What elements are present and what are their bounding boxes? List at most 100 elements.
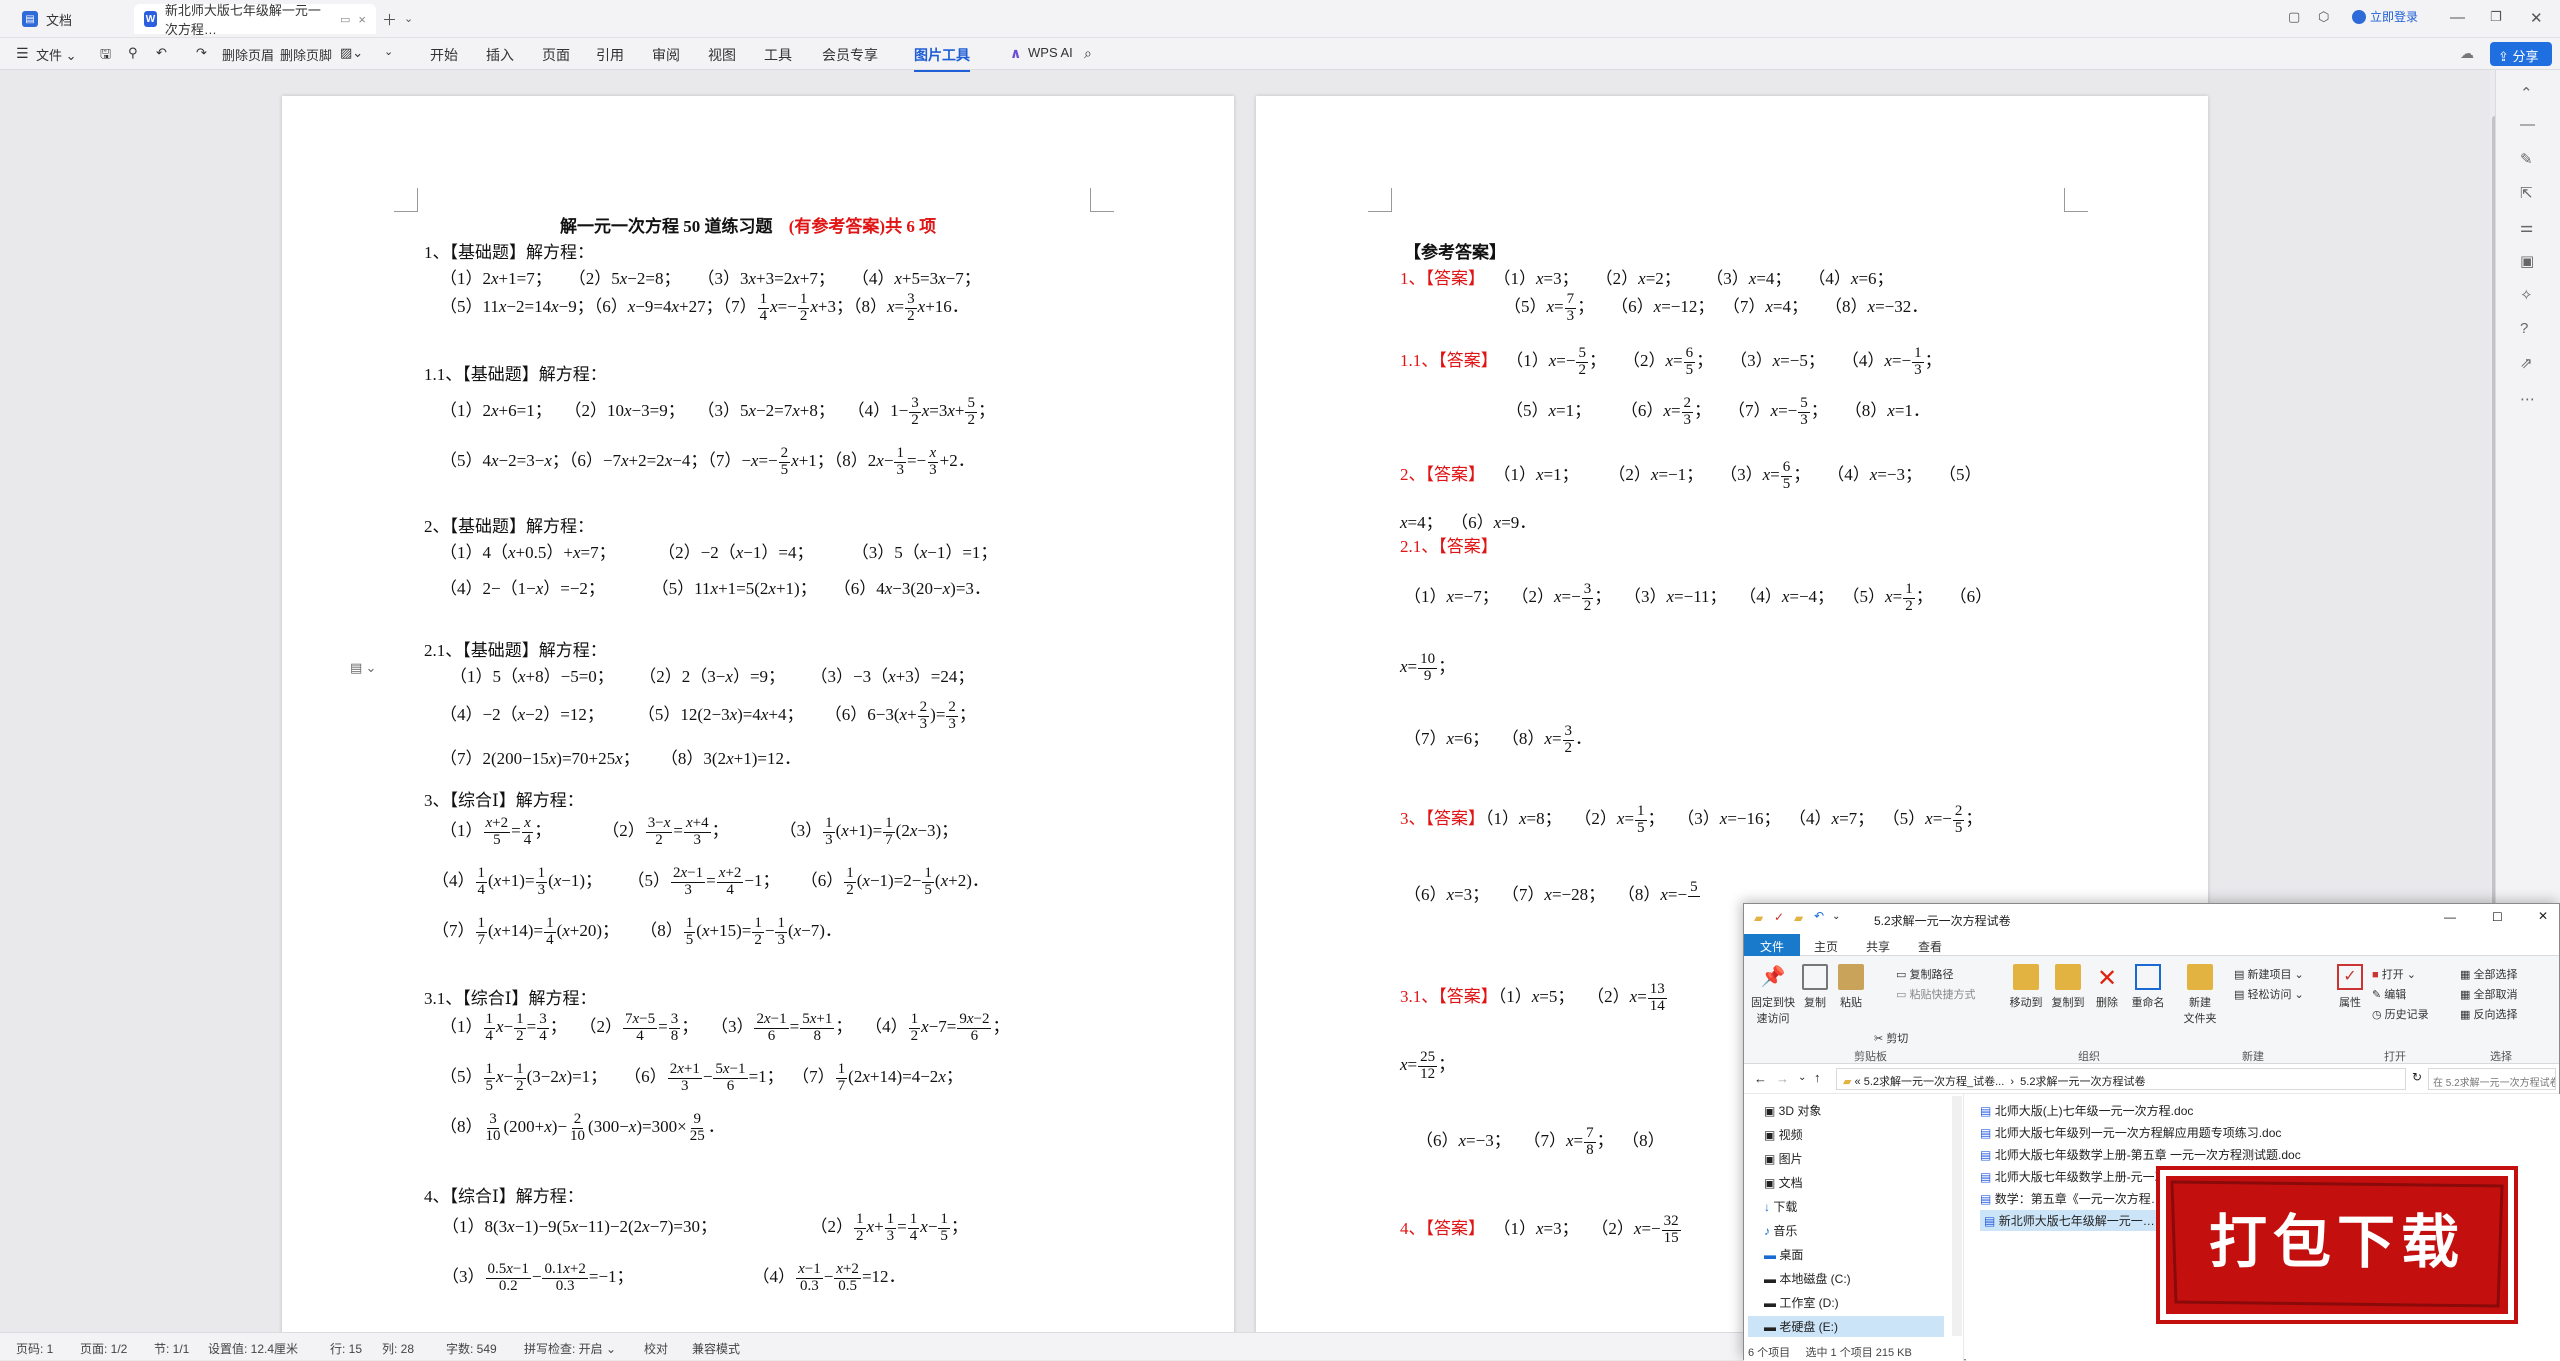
menu-picture-tools[interactable]: 图片工具 [914,45,970,72]
nav-downloads[interactable]: ↓ 下载 [1764,1198,1797,1215]
explorer-minimize-icon[interactable]: — [2444,910,2456,924]
magic-icon[interactable]: ✧ [2520,286,2533,304]
menu-start[interactable]: 开始 [430,45,458,65]
hamburger-icon[interactable]: ☰ [16,45,29,62]
share-button[interactable]: ⇪ 分享 [2490,42,2552,66]
explorer-close-icon[interactable]: ✕ [2538,909,2548,923]
wps-ai-button[interactable]: WPS AI [1028,45,1073,60]
history-button[interactable]: ◷ 历史记录 [2372,1006,2429,1022]
status-compat[interactable]: 兼容模式 [692,1340,740,1357]
explorer-tab-share[interactable]: 共享 [1866,938,1890,955]
login-button[interactable]: 立即登录 [2352,8,2418,25]
screen-icon[interactable]: ▭ [340,13,350,26]
menu-member[interactable]: 会员专享 [822,45,878,65]
paste-shortcut-button[interactable]: ▭ 粘贴快捷方式 [1896,986,1975,1002]
file-item[interactable]: ▤ 北师大版七年级数学上册-第五章 一元一次方程测试题.doc [1980,1146,2301,1163]
format-painter-icon[interactable]: ⚲ [128,45,138,61]
cut-button[interactable]: ✂ 剪切 [1874,1030,1908,1046]
nav-music[interactable]: ♪ 音乐 [1764,1222,1797,1239]
menu-tools[interactable]: 工具 [764,45,792,65]
undo-icon[interactable]: ↶ [156,45,167,61]
recent-chevron-icon[interactable]: ⌄ [1798,1072,1806,1083]
menu-page[interactable]: 页面 [542,45,570,65]
rename-button[interactable]: 重命名 [2128,964,2168,1010]
cloud-icon[interactable]: ☁ [2460,45,2474,62]
properties-icon[interactable]: ✓ [1774,910,1784,924]
file-item[interactable]: ▤ 北师大版七年级列一元一次方程解应用题专项练习.doc [1980,1124,2281,1141]
share-tool-icon[interactable]: ⇗ [2520,354,2533,372]
nav-scrollbar[interactable] [1952,1096,1962,1336]
status-section[interactable]: 节: 1/1 [154,1340,189,1357]
refresh-icon[interactable]: ↻ [2412,1070,2422,1084]
easy-access-button[interactable]: ▤ 轻松访问 ⌄ [2234,986,2304,1002]
nav-drive-c[interactable]: ▬ 本地磁盘 (C:) [1764,1270,1851,1287]
up-arrow-icon[interactable]: ↑ [1814,1070,1821,1085]
restore-layout-icon[interactable]: ▢ [2288,9,2300,25]
explorer-maximize-icon[interactable]: ☐ [2492,910,2503,924]
delete-button[interactable]: ✕ 删除 [2092,964,2122,1010]
minimize-icon[interactable]: — [2450,9,2465,26]
explorer-search-input[interactable]: 在 5.2求解一元一次方程试卷 中搜索 [2428,1068,2556,1090]
status-words[interactable]: 字数: 549 [446,1340,497,1357]
file-item[interactable]: ▤ 北师大版(上)七年级一元一次方程.doc [1980,1102,2193,1119]
edit-button[interactable]: ✎ 编辑 [2372,986,2406,1002]
help-icon[interactable]: ? [2520,320,2528,337]
copy-path-button[interactable]: ▭ 复制路径 [1896,966,1953,982]
status-col[interactable]: 列: 28 [382,1340,414,1357]
tab-documents[interactable]: ▤ 文档 [12,4,82,34]
status-proof[interactable]: 校对 [644,1340,668,1357]
nav-documents[interactable]: ▣ 文档 [1764,1174,1803,1191]
close-window-icon[interactable]: ✕ [2530,9,2543,27]
nav-drive-d[interactable]: ▬ 工作室 (D:) [1764,1294,1839,1311]
close-tab-icon[interactable]: × [358,12,366,27]
explorer-tab-view[interactable]: 查看 [1918,938,1942,955]
delete-footer-button[interactable]: 删除页脚 [280,45,332,64]
file-menu[interactable]: 文件 ⌄ [36,45,77,64]
collapse-icon[interactable]: ⌃ [2520,84,2533,102]
menu-insert[interactable]: 插入 [486,45,514,65]
nav-videos[interactable]: ▣ 视频 [1764,1126,1803,1143]
address-segment-2[interactable]: 5.2求解一元一次方程试卷 [2020,1076,2145,1088]
file-item[interactable]: ▤ 数学：第五章《一元一次方程… [1980,1190,2163,1207]
new-tab-icon[interactable]: ＋ [382,9,397,30]
adjust-icon[interactable]: ⚌ [2520,218,2533,236]
nav-desktop[interactable]: ▬ 桌面 [1764,1246,1803,1263]
status-spell[interactable]: 拼写检查: 开启 ⌄ [524,1340,616,1357]
paragraph-marker-icon[interactable]: ▤ ⌄ [350,660,376,676]
quick-access-chevron-icon[interactable]: ⌄ [1832,911,1840,922]
undo-quick-icon[interactable]: ↶ [1814,909,1824,923]
new-item-button[interactable]: ▤ 新建项目 ⌄ [2234,966,2304,982]
tab-current-document[interactable]: W 新北师大版七年级解一元一次方程… ▭ × [134,3,376,37]
maximize-icon[interactable]: ❐ [2490,9,2502,25]
minus-icon[interactable]: — [2520,116,2535,133]
explorer-tab-file[interactable]: 文件 [1744,934,1800,956]
status-pages[interactable]: 页面: 1/2 [80,1340,127,1357]
status-setting[interactable]: 设置值: 12.4厘米 [208,1340,298,1357]
nav-drive-e[interactable]: ▬ 老硬盘 (E:) [1748,1316,1944,1337]
forward-arrow-icon[interactable]: → [1776,1071,1789,1086]
back-arrow-icon[interactable]: ← [1754,1071,1767,1086]
menu-reference[interactable]: 引用 [596,45,624,65]
copy-to-button[interactable]: 复制到 [2048,964,2088,1010]
download-stamp[interactable]: 打包下载 [2160,1170,2514,1320]
pen-icon[interactable]: ✎ [2520,150,2533,168]
file-item-selected[interactable]: ▤ 新北师大版七年级解一元一… [1980,1210,2159,1231]
more-icon[interactable]: ⋯ [2520,390,2535,408]
nav-pictures[interactable]: ▣ 图片 [1764,1150,1803,1167]
nav-3d-objects[interactable]: ▣ 3D 对象 [1764,1102,1821,1119]
document-page-1[interactable]: 解一元一次方程 50 道练习题 (有参考答案)共 6 项 1、【基础题】解方程：… [282,96,1234,1336]
cube-icon[interactable]: ⬡ [2318,9,2329,25]
select-all-button[interactable]: ▦ 全部选择 [2460,966,2517,982]
redo-icon[interactable]: ↷ [196,45,207,61]
image-edit-icon[interactable]: ▣ [2520,252,2534,270]
status-row[interactable]: 行: 15 [330,1340,362,1357]
search-icon[interactable]: ⌕ [1084,45,1092,62]
explorer-tab-home[interactable]: 主页 [1814,938,1838,955]
paste-button[interactable]: 粘贴 [1836,964,1866,1010]
open-button[interactable]: ■ 打开 ⌄ [2372,966,2416,982]
save-icon[interactable]: 🖫 [100,45,111,67]
menu-view[interactable]: 视图 [708,45,736,65]
select-icon[interactable]: ⇱ [2520,184,2533,202]
file-item[interactable]: ▤ 北师大版七年级数学上册-元一次… [1980,1168,2179,1185]
picture-icon[interactable]: ▨⌄ [340,45,363,61]
